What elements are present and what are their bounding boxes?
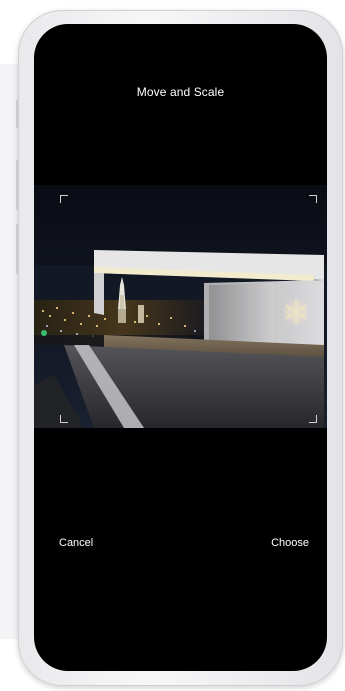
crop-corner-top-left[interactable] xyxy=(60,195,68,203)
page-title: Move and Scale xyxy=(136,85,225,99)
crop-corner-top-right[interactable] xyxy=(309,195,317,203)
crop-corner-bottom-left[interactable] xyxy=(60,415,68,423)
cancel-button[interactable]: Cancel xyxy=(59,537,93,549)
rooftop-photo[interactable] xyxy=(34,185,327,428)
crop-corner-bottom-right[interactable] xyxy=(309,415,317,423)
choose-button[interactable]: Choose xyxy=(271,537,309,549)
phone-screen: Move and Scale Cancel Choose xyxy=(34,24,327,671)
phone-frame: Move and Scale Cancel Choose xyxy=(18,10,343,686)
